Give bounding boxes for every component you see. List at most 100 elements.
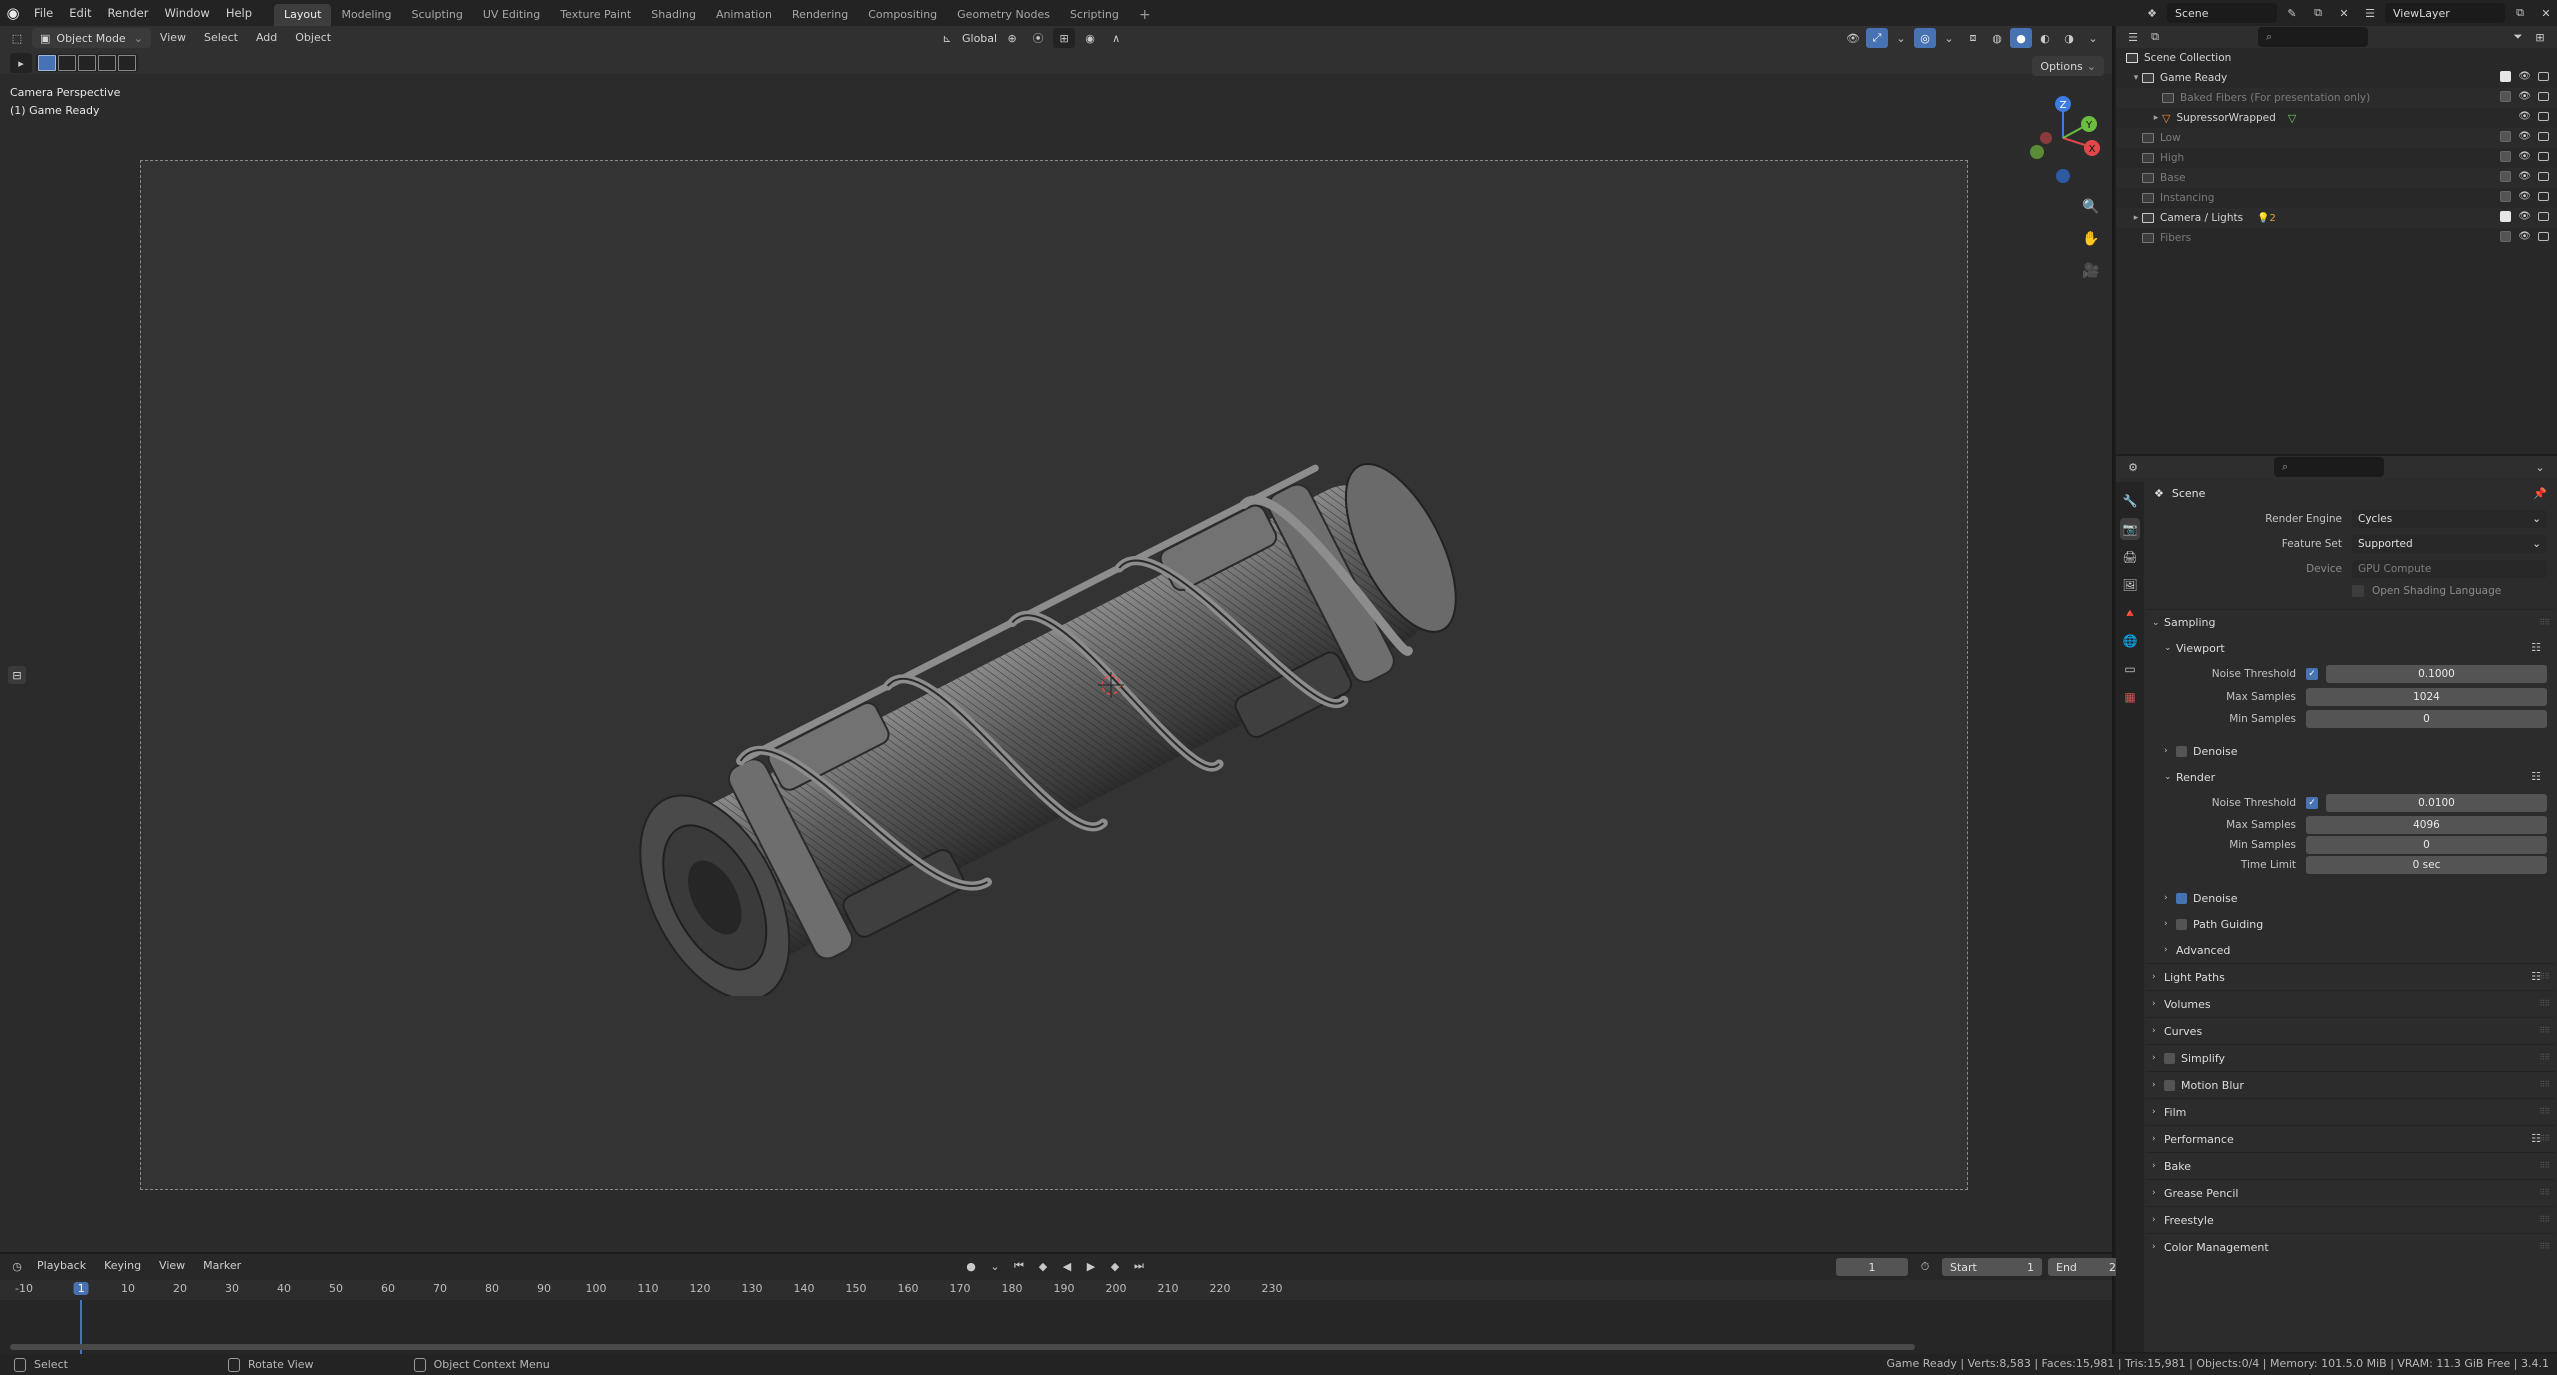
menu-render[interactable]: Render [100,0,157,26]
eye-icon[interactable]: 👁 [2518,151,2531,162]
r-min-samples-field[interactable]: 0 [2306,836,2547,854]
panel-header[interactable]: › Motion Blur ⠿⠿ [2146,1071,2555,1098]
drag-handle-icon[interactable]: ⠿⠿ [2539,1134,2550,1143]
vp-denoise-checkbox[interactable] [2176,745,2187,757]
drag-handle-icon[interactable]: ⠿⠿ [2539,1242,2550,1251]
render-camera-icon[interactable] [2538,92,2549,101]
remove-scene-icon[interactable]: ✕ [2333,3,2355,23]
outliner-row[interactable]: Instancing 👁 [2116,188,2557,208]
tab-texture-paint[interactable]: Texture Paint [550,4,641,26]
vp-max-samples-field[interactable]: 1024 [2306,688,2547,706]
3d-viewport[interactable]: ⬚ ▣ Object Mode ⌄ View Select Add Object… [0,26,2114,1252]
exclude-checkbox[interactable] [2500,71,2512,82]
mode-selector[interactable]: ▣ Object Mode ⌄ [32,28,151,48]
r-denoise-subpanel-header[interactable]: › Denoise [2146,885,2555,911]
eye-icon[interactable]: 👁 [2518,191,2531,202]
expand-right-icon[interactable]: ▸ [2150,113,2162,123]
shading-dropdown-icon[interactable]: ⌄ [2082,28,2104,48]
vp-noise-threshold-checkbox[interactable]: ✓ [2306,667,2318,680]
tool-tab-icon[interactable]: 🔧 [2120,490,2140,512]
path-guiding-checkbox[interactable] [2176,918,2187,930]
exclude-checkbox[interactable] [2500,151,2512,162]
collection-tab-icon[interactable]: ▭ [2120,658,2140,680]
timeline-ruler[interactable]: -10 1 10 20 30 40 50 60 70 80 90 100 110 120 130 140 150… [0,1280,2112,1300]
tab-shading[interactable]: Shading [641,4,706,26]
exclude-checkbox[interactable] [2500,211,2512,222]
outliner-row[interactable]: High 👁 [2116,148,2557,168]
eye-icon[interactable]: 👁 [2518,171,2531,182]
vp-min-samples-field[interactable]: 0 [2306,710,2547,728]
jump-start-icon[interactable]: ⏮ [1008,1256,1030,1276]
menu-add[interactable]: Add [247,26,286,50]
outliner-row[interactable]: ▾ Game Ready 👁 [2116,68,2557,88]
select-invert-icon[interactable] [98,55,116,71]
stopwatch-icon[interactable]: ⏱ [1914,1257,1936,1277]
properties-editor[interactable]: ⚙ ⌕ ⌄ 🔧 📷 🖨 🖼 🔺 🌐 ▭ ▦ ❖ Scene 📌 Render E… [2116,456,2557,1352]
tab-modeling[interactable]: Modeling [331,4,401,26]
outliner-row[interactable]: Low 👁 [2116,128,2557,148]
select-extend-icon[interactable] [58,55,76,71]
blender-logo-icon[interactable]: ◉ [0,0,26,26]
drag-handle-icon[interactable]: ⠿⠿ [2539,1053,2550,1062]
material-shading-icon[interactable]: ◐ [2034,28,2056,48]
render-camera-icon[interactable] [2538,192,2549,201]
advanced-subpanel-header[interactable]: › Advanced [2146,937,2555,963]
panel-header[interactable]: › Light Paths ☷ ⠿⠿ [2146,963,2555,990]
navigation-gizmo[interactable]: Z Y X [2018,86,2108,196]
toolbar-collapsed-icon[interactable]: ⊟ [8,666,26,684]
options-button[interactable]: Options ⌄ [2032,56,2104,76]
proportional-edit-icon[interactable]: ◉ [1079,28,1101,48]
scene-selector[interactable]: Scene [2167,3,2277,23]
light-camera-badge[interactable]: 💡2 [2257,213,2276,224]
next-keyframe-icon[interactable]: ◆ [1104,1256,1126,1276]
properties-search-input[interactable]: ⌕ [2274,457,2384,477]
play-icon[interactable]: ▶ [1080,1256,1102,1276]
outliner-search-input[interactable]: ⌕ [2258,27,2368,47]
viewport-subpanel-header[interactable]: ⌄ Viewport ☷ [2146,635,2555,661]
snap-grid-icon[interactable]: ⊞ [1053,28,1076,48]
3d-cursor-icon[interactable] [1098,672,1124,698]
gizmo-icon[interactable]: ⤢ [1866,28,1888,48]
exclude-checkbox[interactable] [2500,91,2512,102]
menu-timeline-view[interactable]: View [150,1254,194,1278]
select-subtract-icon[interactable] [78,55,96,71]
display-mode-icon[interactable]: ⧉ [2144,27,2166,47]
drag-handle-icon[interactable]: ⠿⠿ [2539,1161,2550,1170]
neg-z-axis-icon[interactable] [2056,169,2070,183]
tab-sculpting[interactable]: Sculpting [402,4,473,26]
panel-header[interactable]: › Performance ☷ ⠿⠿ [2146,1125,2555,1152]
drag-handle-icon[interactable]: ⠿⠿ [2539,1107,2550,1116]
overlay-dropdown-icon[interactable]: ⌄ [1938,28,1960,48]
feature-set-dropdown[interactable]: Supported ⌄ [2352,534,2547,553]
xray-icon[interactable]: ⧈ [1962,28,1984,48]
tab-rendering[interactable]: Rendering [782,4,858,26]
prev-keyframe-icon[interactable]: ◆ [1032,1256,1054,1276]
panel-enable-checkbox[interactable] [2164,1052,2175,1064]
add-workspace-icon[interactable]: + [1129,4,1161,26]
suppressor-model[interactable] [520,436,1600,996]
play-reverse-icon[interactable]: ◀ [1056,1256,1078,1276]
panel-header[interactable]: › Film ⠿⠿ [2146,1098,2555,1125]
panel-header[interactable]: › Volumes ⠿⠿ [2146,990,2555,1017]
wireframe-shading-icon[interactable]: ◍ [1986,28,2008,48]
scene-tab-icon[interactable]: 🔺 [2120,602,2140,624]
neg-y-axis-icon[interactable] [2030,145,2044,159]
render-camera-icon[interactable] [2538,72,2549,81]
render-camera-icon[interactable] [2538,132,2549,141]
properties-options-icon[interactable]: ⌄ [2529,457,2551,477]
render-engine-dropdown[interactable]: Cycles ⌄ [2352,509,2547,528]
remove-view-layer-icon[interactable]: ✕ [2535,3,2557,23]
render-camera-icon[interactable] [2538,112,2549,121]
timeline-editor-type-icon[interactable]: ◷ [6,1256,28,1276]
neg-x-axis-icon[interactable] [2040,132,2052,144]
sampling-panel-header[interactable]: ⌄ Sampling ⠿⠿ [2146,609,2555,635]
pivot-icon[interactable]: ⊕ [1001,28,1023,48]
outliner-row[interactable]: ▸ ▽ SupressorWrapped ▽ 👁 [2116,108,2557,128]
drag-handle-icon[interactable]: ⠿⠿ [2539,1026,2550,1035]
outliner-row[interactable]: Baked Fibers (For presentation only) 👁 [2116,88,2557,108]
panel-header[interactable]: › Simplify ⠿⠿ [2146,1044,2555,1071]
vp-noise-threshold-field[interactable]: 0.1000 [2326,664,2547,683]
path-guiding-subpanel-header[interactable]: › Path Guiding [2146,911,2555,937]
panel-header[interactable]: › Freestyle ⠿⠿ [2146,1206,2555,1233]
transform-orientation[interactable]: Global [962,32,997,45]
